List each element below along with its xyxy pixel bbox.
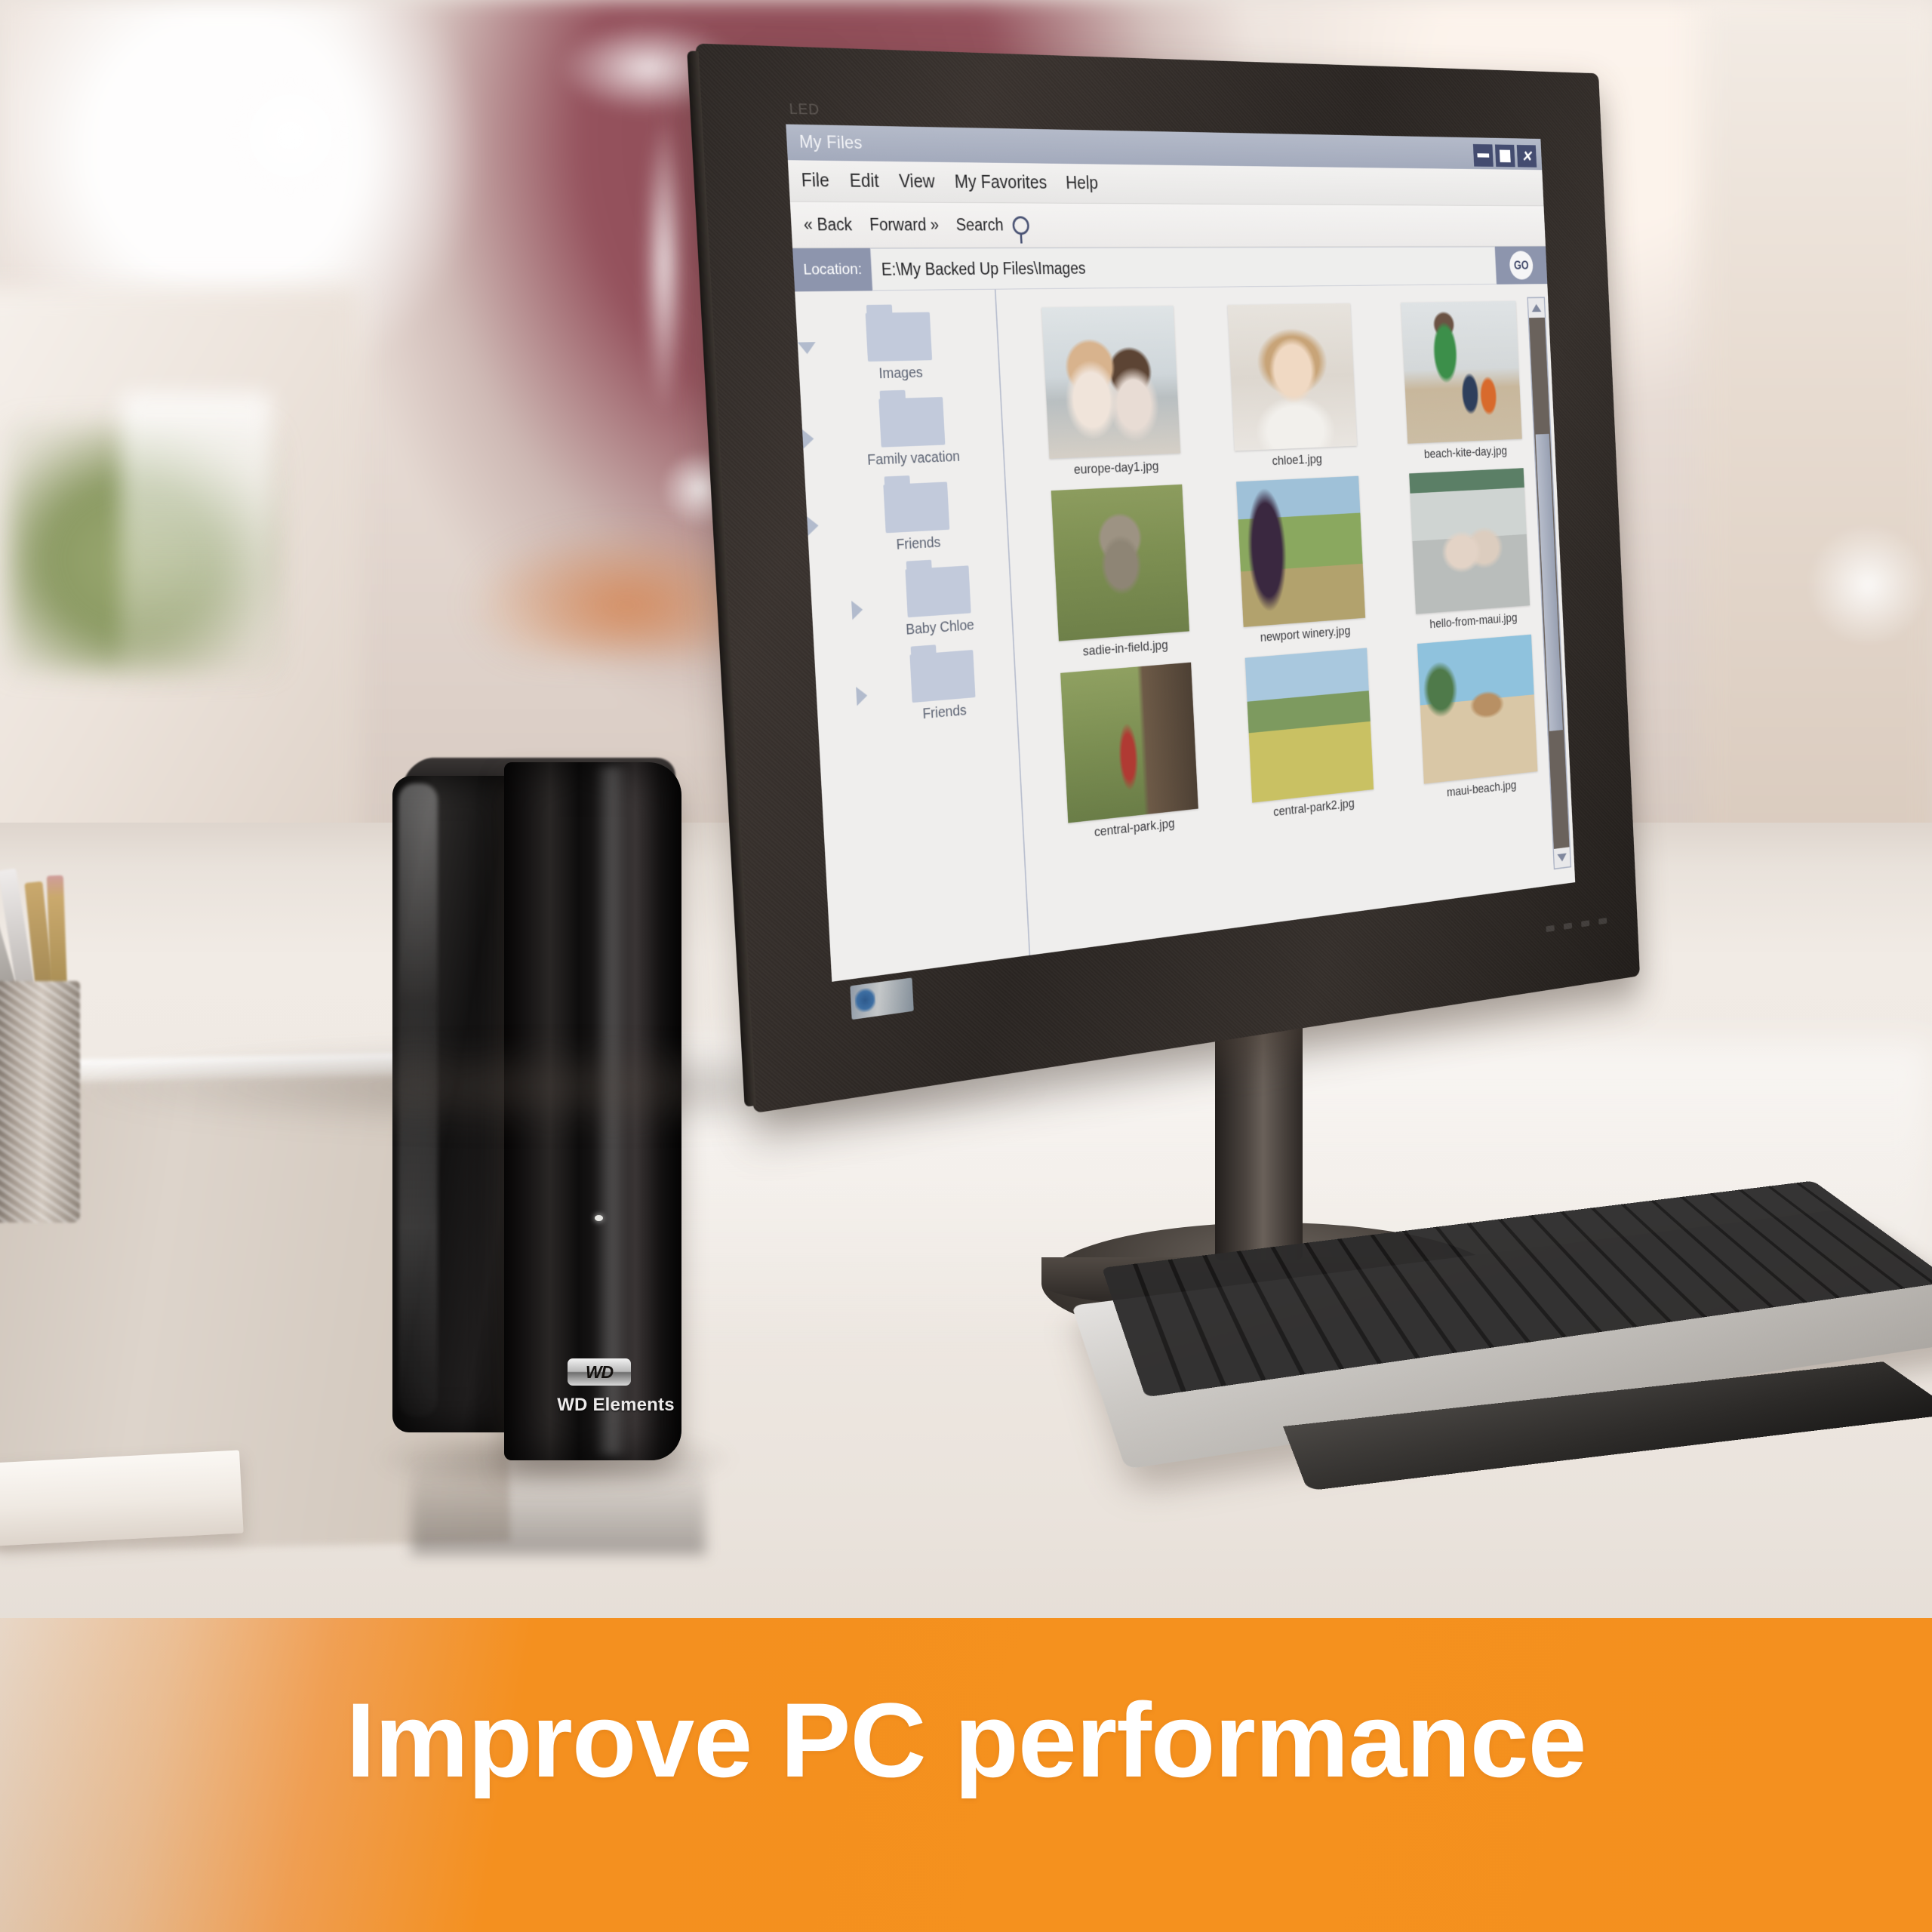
bokeh-light [226, 72, 355, 200]
folder-icon [865, 312, 933, 362]
navigation-toolbar: « Back Forward » Search [789, 202, 1546, 249]
chevron-right-icon[interactable] [851, 600, 863, 620]
file-name: beach-kite-day.jpg [1423, 444, 1508, 462]
wd-logo: WD [568, 1358, 631, 1386]
file-item[interactable]: newport winery.jpg [1215, 475, 1387, 648]
osd-button[interactable] [1546, 924, 1555, 933]
window-controls: ✕ [1472, 143, 1537, 168]
glassware-blur [121, 392, 272, 679]
thumbnail-image [1227, 303, 1358, 451]
monitor-osd-buttons[interactable] [1546, 917, 1607, 933]
tree-item-label: Friends [921, 702, 968, 722]
folder-tree: Images Family vacation Friends Baby Chlo… [795, 289, 1031, 982]
osd-button[interactable] [1581, 920, 1590, 928]
thumbnail-image [1060, 662, 1199, 823]
file-name: maui-beach.jpg [1446, 778, 1517, 800]
osd-button[interactable] [1598, 917, 1607, 925]
maximize-button[interactable] [1494, 144, 1515, 168]
menu-item-help[interactable]: Help [1066, 173, 1099, 194]
file-name: central-park2.jpg [1272, 796, 1355, 820]
osd-button[interactable] [1563, 922, 1573, 930]
tree-item-family-vacation[interactable]: Family vacation [801, 395, 1004, 472]
tree-item-images[interactable]: Images [796, 311, 999, 385]
computer-monitor: LED My Files File Edit View My Favorites [687, 43, 1902, 1223]
triangle-up-icon [1531, 303, 1542, 312]
chevron-down-icon[interactable] [797, 342, 817, 355]
wd-logo-text: WD [585, 1361, 614, 1382]
file-item[interactable]: chloe1.jpg [1206, 303, 1378, 472]
file-item[interactable]: central-park.jpg [1038, 660, 1221, 846]
drive-led-indicator [595, 1215, 603, 1221]
file-name: hello-from-maui.jpg [1429, 611, 1518, 632]
tree-item-friends-2[interactable]: Friends [815, 647, 1017, 732]
tree-item-label: Family vacation [866, 448, 961, 469]
file-name: newport winery.jpg [1260, 623, 1351, 645]
location-input[interactable]: E:\My Backed Up Files\Images [870, 246, 1497, 291]
search-label[interactable]: Search [955, 215, 1004, 235]
window-body: Images Family vacation Friends Baby Chlo… [795, 284, 1576, 982]
banner-headline: Improve PC performance [346, 1681, 1587, 1799]
thumbnail-image [1236, 475, 1366, 627]
tree-item-friends[interactable]: Friends [805, 479, 1008, 558]
minimize-button[interactable] [1472, 143, 1494, 167]
thumbnail-image [1408, 468, 1530, 614]
thumbnail-image [1051, 484, 1190, 641]
file-item[interactable]: central-park2.jpg [1223, 646, 1395, 825]
menu-item-my-favorites[interactable]: My Favorites [954, 172, 1048, 194]
folder-icon [883, 481, 950, 534]
menu-item-edit[interactable]: Edit [849, 171, 879, 192]
file-item[interactable]: sadie-in-field.jpg [1028, 483, 1212, 663]
chevron-right-icon[interactable] [856, 685, 868, 706]
file-grid-pane: europe-day1.jpg chloe1.jpg beach-kite-da… [996, 284, 1576, 955]
back-button[interactable]: « Back [803, 215, 852, 235]
triangle-down-icon [1557, 853, 1567, 863]
close-button[interactable]: ✕ [1516, 144, 1537, 168]
go-button-area: GO [1494, 246, 1548, 285]
menu-item-view[interactable]: View [899, 171, 936, 193]
chevron-right-icon[interactable] [807, 515, 820, 536]
location-label: Location: [792, 248, 873, 292]
chevron-right-icon[interactable] [802, 429, 815, 449]
file-name: chloe1.jpg [1272, 451, 1323, 469]
tree-item-label: Baby Chloe [905, 617, 975, 638]
menu-item-file[interactable]: File [801, 170, 829, 192]
file-name: sadie-in-field.jpg [1082, 638, 1169, 660]
file-name: europe-day1.jpg [1073, 459, 1159, 478]
file-name: central-park.jpg [1094, 816, 1176, 840]
folder-icon [905, 565, 971, 618]
tree-item-label: Friends [896, 534, 941, 553]
folder-icon [909, 650, 976, 703]
tree-item-label: Images [878, 365, 924, 383]
promo-banner: Improve PC performance [0, 1618, 1932, 1932]
forward-button[interactable]: Forward » [869, 215, 940, 235]
folder-icon [878, 396, 946, 448]
file-item[interactable]: maui-beach.jpg [1397, 633, 1557, 805]
file-item[interactable]: europe-day1.jpg [1019, 306, 1204, 481]
go-button[interactable]: GO [1509, 251, 1534, 280]
led-bezel-label: LED [789, 100, 820, 118]
keyboard [1057, 1180, 1932, 1660]
close-icon: ✕ [1521, 147, 1533, 165]
file-item[interactable]: beach-kite-day.jpg [1380, 300, 1542, 464]
thumbnail-image [1401, 300, 1522, 444]
drive-reflection [411, 1457, 706, 1555]
search-icon[interactable] [1011, 215, 1030, 235]
thumbnail-grid: europe-day1.jpg chloe1.jpg beach-kite-da… [1019, 300, 1558, 846]
file-item[interactable]: hello-from-maui.jpg [1389, 467, 1549, 635]
thumbnail-image [1244, 648, 1374, 803]
thumbnail-image [1041, 306, 1181, 459]
scroll-up-button[interactable] [1527, 298, 1545, 318]
monitor-screen: My Files File Edit View My Favorites Hel… [786, 124, 1576, 982]
drive-model-label: WD Elements [557, 1395, 675, 1415]
certification-sticker [850, 977, 914, 1020]
monitor-bezel: LED My Files File Edit View My Favorites [687, 43, 1640, 1114]
notepad [0, 1450, 244, 1546]
window-title: My Files [798, 131, 863, 153]
scroll-down-button[interactable] [1553, 847, 1571, 869]
tree-item-baby-chloe[interactable]: Baby Chloe [810, 563, 1012, 645]
thumbnail-image [1417, 634, 1538, 784]
